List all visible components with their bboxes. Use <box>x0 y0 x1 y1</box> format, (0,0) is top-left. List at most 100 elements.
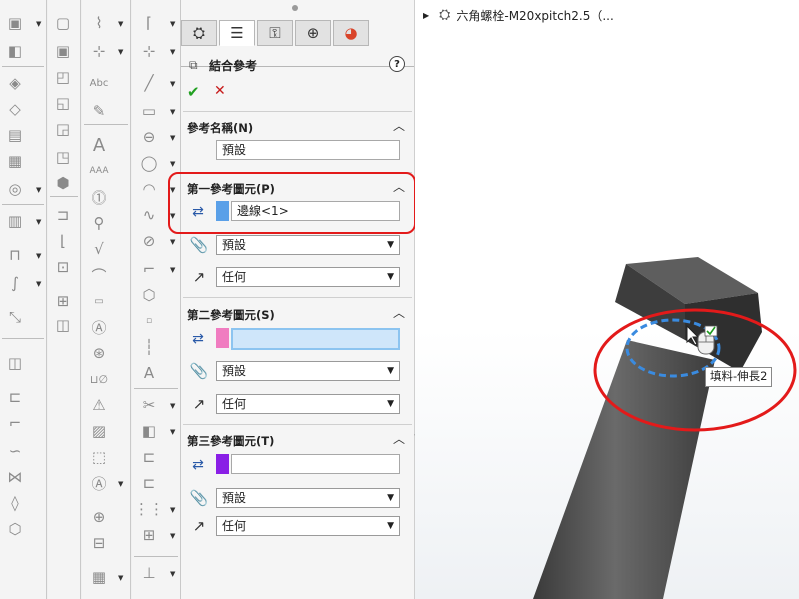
fillet-sketch-icon[interactable]: ⌐ <box>138 258 160 280</box>
dropdown-arrow-icon[interactable]: ▼ <box>170 506 175 514</box>
dropdown-arrow-icon[interactable]: ▼ <box>36 280 41 288</box>
dropdown-arrow-icon[interactable]: ▼ <box>170 428 175 436</box>
dropdown-arrow-icon[interactable]: ▼ <box>36 186 41 194</box>
first-reference-selection-box[interactable]: 邊線<1> <box>231 201 400 221</box>
third-reference-group-header[interactable]: 第三參考圖元(T) ︿ <box>187 430 409 449</box>
dropdown-arrow-icon[interactable]: ▼ <box>118 20 123 28</box>
area-hatch-icon[interactable]: ▨ <box>88 420 110 442</box>
ellipse-icon[interactable]: ⊘ <box>138 230 160 252</box>
dropdown-arrow-icon[interactable]: ▼ <box>170 134 175 142</box>
jog-icon[interactable]: ⋈ <box>4 466 26 488</box>
offset-entities-icon[interactable]: ⊏ <box>138 446 160 468</box>
first-alignment-select[interactable]: 任何 ▼ <box>216 267 400 287</box>
tab-configuration-manager[interactable]: ⚿ <box>257 20 293 46</box>
boundary-icon[interactable]: ▤ <box>4 124 26 146</box>
tab-feature-manager[interactable]: ⛭ <box>181 20 217 46</box>
second-mate-type-select[interactable]: 預設 ▼ <box>216 361 400 381</box>
move-entities-icon[interactable]: ⊞ <box>138 524 160 546</box>
table-icon[interactable]: ▦ <box>88 566 110 588</box>
first-mate-type-select[interactable]: 預設 ▼ <box>216 235 400 255</box>
second-reference-group-header[interactable]: 第二參考圖元(S) ︿ <box>187 306 409 323</box>
help-icon[interactable]: ? <box>389 56 405 72</box>
dropdown-arrow-icon[interactable]: ▼ <box>118 574 123 582</box>
dropdown-arrow-icon[interactable]: ▼ <box>170 160 175 168</box>
chevron-up-icon[interactable]: ︿ <box>393 430 405 447</box>
third-mate-type-select[interactable]: 預設 ▼ <box>216 488 400 508</box>
panel-grip[interactable] <box>292 5 298 11</box>
dropdown-arrow-icon[interactable]: ▼ <box>170 532 175 540</box>
datum-target-icon[interactable]: ⊔∅ <box>88 368 110 390</box>
rectangle-icon[interactable]: ▭ <box>138 100 160 122</box>
auto-balloon-icon[interactable]: ⚲ <box>88 212 110 234</box>
hole-callout-icon[interactable]: ▭ <box>88 290 110 312</box>
instant3d-icon[interactable]: ⤡ <box>4 306 26 328</box>
dropdown-arrow-icon[interactable]: ▼ <box>36 20 41 28</box>
hem-icon[interactable]: ∽ <box>4 440 26 462</box>
rib-icon[interactable]: ⊓ <box>4 244 26 266</box>
centerline-sketch-icon[interactable]: ┆ <box>138 336 160 358</box>
dropdown-arrow-icon[interactable]: ▼ <box>170 186 175 194</box>
linear-note-pattern-icon[interactable]: AAA <box>88 160 110 182</box>
polygon-icon[interactable]: ⬡ <box>138 284 160 306</box>
center-mark-icon[interactable]: Ⓐ <box>88 472 110 494</box>
dropdown-arrow-icon[interactable]: ▼ <box>170 570 175 578</box>
cube-icon[interactable]: ▣ <box>52 40 74 62</box>
gusset-icon[interactable]: ◫ <box>52 314 74 336</box>
revolve-boss-icon[interactable]: ◧ <box>4 40 26 62</box>
dropdown-arrow-icon[interactable]: ▼ <box>36 252 41 260</box>
line-icon[interactable]: ╱ <box>138 72 160 94</box>
base-flange-icon[interactable]: ⊏ <box>4 386 26 408</box>
block-icon[interactable]: ⬚ <box>88 446 110 468</box>
flatten-icon[interactable]: ◊ <box>4 492 26 514</box>
end-cap-icon[interactable]: ⊞ <box>52 290 74 312</box>
intersect-icon[interactable]: ◳ <box>52 146 74 168</box>
unfold-icon[interactable]: ⬡ <box>4 518 26 540</box>
dome-icon[interactable]: ◲ <box>52 118 74 140</box>
spell-check-icon[interactable]: Abc <box>88 72 110 94</box>
pattern-icon[interactable]: ▥ <box>4 210 26 232</box>
tab-display-manager[interactable]: ◕ <box>333 20 369 46</box>
reference-name-group-header[interactable]: 參考名稱(N) ︿ <box>187 119 409 136</box>
spline-icon[interactable]: ∿ <box>138 204 160 226</box>
dropdown-arrow-icon[interactable]: ▼ <box>170 402 175 410</box>
dropdown-arrow-icon[interactable]: ▼ <box>170 212 175 220</box>
trim-extend-icon[interactable]: ⊡ <box>52 256 74 278</box>
sweep-icon[interactable]: ◈ <box>4 72 26 94</box>
curves-icon[interactable]: ∫ <box>4 272 26 294</box>
mirror-entities-icon[interactable]: ⊏ <box>138 472 160 494</box>
cancel-button[interactable]: ✕ <box>214 83 226 99</box>
text-sketch-icon[interactable]: A <box>138 362 160 384</box>
smart-dim-sketch-icon[interactable]: ⊹ <box>138 40 160 62</box>
structural-member-icon[interactable]: ⌊ <box>52 230 74 252</box>
datum-feature-icon[interactable]: ⊛ <box>88 342 110 364</box>
trim-icon[interactable]: ✂ <box>138 394 160 416</box>
linear-pattern-icon[interactable]: ⋮⋮ <box>134 498 164 520</box>
box-icon[interactable]: ▢ <box>52 12 74 34</box>
first-reference-group-header[interactable]: 第一參考圖元(P) ︿ <box>187 178 409 197</box>
bolt-model[interactable] <box>415 0 799 599</box>
shell-icon[interactable]: ◰ <box>52 66 74 88</box>
balloon-icon[interactable]: ⓵ <box>88 186 110 208</box>
loft-icon[interactable]: ◇ <box>4 98 26 120</box>
convert-entities-icon[interactable]: ◧ <box>138 420 160 442</box>
chevron-up-icon[interactable]: ︿ <box>393 178 405 195</box>
weldment-icon[interactable]: ⊐ <box>52 204 74 226</box>
sketch-entity-icon[interactable]: ⌈ <box>138 12 160 34</box>
arc-icon[interactable]: ◠ <box>138 178 160 200</box>
edge-flange-icon[interactable]: ⌐ <box>4 412 26 434</box>
dropdown-arrow-icon[interactable]: ▼ <box>170 48 175 56</box>
geometric-tolerance-icon[interactable]: Ⓐ <box>88 316 110 338</box>
circle-icon[interactable]: ◯ <box>138 152 160 174</box>
second-reference-selection-box[interactable] <box>231 328 400 350</box>
dropdown-arrow-icon[interactable]: ▼ <box>170 266 175 274</box>
weld-symbol-icon[interactable]: ⌒ <box>88 264 110 286</box>
revision-cloud-icon[interactable]: ⊟ <box>88 532 110 554</box>
dropdown-arrow-icon[interactable]: ▼ <box>170 108 175 116</box>
dropdown-arrow-icon[interactable]: ▼ <box>36 218 41 226</box>
sketch-icon[interactable]: ⌇ <box>88 12 110 34</box>
dropdown-arrow-icon[interactable]: ▼ <box>170 20 175 28</box>
smart-dimension-icon[interactable]: ⊹ <box>88 40 110 62</box>
dropdown-arrow-icon[interactable]: ▼ <box>118 480 123 488</box>
tab-dimxpert-manager[interactable]: ⊕ <box>295 20 331 46</box>
fillet-icon[interactable]: ◎ <box>4 178 26 200</box>
